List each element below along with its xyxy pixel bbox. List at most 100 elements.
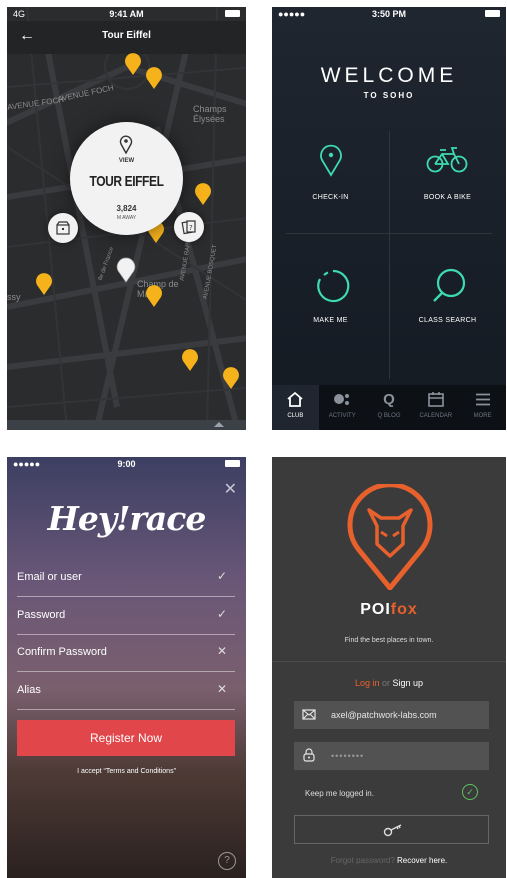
heyrace-screen: ●●●●● 9:00 ✕ Hey!race Email or user ✓ Pa… xyxy=(7,457,246,878)
map-pin[interactable] xyxy=(222,367,240,389)
progress-ring-icon xyxy=(317,269,350,303)
q-icon: Q xyxy=(383,390,395,408)
svg-text:?: ? xyxy=(189,224,193,232)
close-icon: ✕ xyxy=(216,682,227,696)
login-link[interactable]: Log in xyxy=(355,678,380,688)
password-field[interactable]: Password ✓ xyxy=(17,597,235,635)
forgot-password: Forgot password? Recover here. xyxy=(272,856,506,865)
location-pin-icon xyxy=(119,135,133,154)
poifox-screen: POIfox Find the best places in town. Log… xyxy=(272,457,506,878)
password-field[interactable]: •••••••• xyxy=(294,742,489,770)
tab-label: CALENDAR xyxy=(419,413,453,419)
clock: 9:00 xyxy=(117,459,136,469)
info-button[interactable] xyxy=(48,213,78,243)
welcome-subtitle: TO SOHO xyxy=(363,91,415,100)
tab-more[interactable]: MORE xyxy=(459,385,506,430)
tab-label: ACTIVITY xyxy=(328,413,356,419)
tile-class-search[interactable]: CLASS SEARCH xyxy=(389,233,506,335)
email-field[interactable]: Email or user ✓ xyxy=(17,559,235,597)
tab-bar: CLUB ACTIVITY Q Q BLOG CALENDAR MORE xyxy=(272,385,506,430)
distance-unit: M AWAY xyxy=(116,215,137,221)
bike-icon xyxy=(426,147,468,173)
tile-label: CHECK-IN xyxy=(312,194,349,201)
terms-link[interactable]: I accept “Terms and Conditions” xyxy=(7,768,246,775)
help-icon[interactable]: ? xyxy=(218,852,236,870)
keep-logged-in-label: Keep me logged in. xyxy=(305,789,374,798)
fox-pin-logo xyxy=(347,484,433,590)
register-button[interactable]: Register Now xyxy=(17,720,235,756)
status-bar: ●●●●● 3:50 PM xyxy=(272,7,506,21)
place-bubble[interactable]: VIEW TOUR EIFFEL 3,824 M AWAY xyxy=(70,122,183,235)
activity-icon xyxy=(334,394,350,405)
alias-field[interactable]: Alias ✕ xyxy=(17,672,235,710)
or-label: or xyxy=(381,678,390,688)
tab-label: CLUB xyxy=(287,413,304,419)
tile-label: BOOK A BIKE xyxy=(423,194,472,201)
brand-name: POIfox xyxy=(272,601,506,619)
status-bar: ●●●●● 9:00 xyxy=(7,457,246,471)
view-label: VIEW xyxy=(118,158,135,164)
email-field[interactable]: axel@patchwork-labs.com xyxy=(294,701,489,729)
tile-make-me[interactable]: MAKE ME xyxy=(272,233,389,335)
distance-value: 3,824 xyxy=(116,204,137,213)
cards-button[interactable]: ? xyxy=(174,212,204,242)
key-icon xyxy=(383,824,402,837)
status-bar: 4G 9:41 AM xyxy=(7,7,246,21)
tab-label: Q BLOG xyxy=(377,413,401,419)
field-label: Email or user xyxy=(17,571,82,583)
map-pin[interactable] xyxy=(145,285,163,307)
recover-link[interactable]: Recover here. xyxy=(397,856,447,865)
clock: 3:50 PM xyxy=(371,9,406,19)
district-label: Champs Élysées xyxy=(193,104,227,124)
close-icon: ✕ xyxy=(216,644,227,658)
forgot-label: Forgot password? xyxy=(330,856,395,865)
confirm-password-field[interactable]: Confirm Password ✕ xyxy=(17,634,235,672)
home-icon xyxy=(287,391,303,407)
close-icon[interactable]: ✕ xyxy=(224,479,237,499)
tab-activity[interactable]: ACTIVITY xyxy=(319,385,366,430)
login-button[interactable] xyxy=(294,815,489,844)
map-pin[interactable] xyxy=(194,183,212,205)
brand-fox: fox xyxy=(390,601,418,618)
search-icon xyxy=(433,268,466,302)
brand-poi: POI xyxy=(360,601,391,618)
district-label: ssy xyxy=(7,292,21,302)
signup-link[interactable]: Sign up xyxy=(393,678,424,688)
tile-check-in[interactable]: CHECK-IN xyxy=(272,131,389,233)
tab-label: MORE xyxy=(473,413,492,419)
map-pin[interactable] xyxy=(145,67,163,89)
page-title: Tour Eiffel xyxy=(102,30,151,41)
tagline: Find the best places in town. xyxy=(344,637,434,644)
auth-switch: Log in or Sign up xyxy=(272,678,506,688)
field-label: Password xyxy=(17,609,66,621)
map-pin[interactable] xyxy=(124,53,142,75)
field-label: Confirm Password xyxy=(17,646,107,658)
check-icon: ✓ xyxy=(216,569,227,583)
chevron-up-icon[interactable] xyxy=(214,422,224,427)
check-icon: ✓ xyxy=(216,607,227,621)
bottom-drawer[interactable] xyxy=(7,420,246,430)
tile-book-a-bike[interactable]: BOOK A BIKE xyxy=(389,131,506,233)
lock-icon xyxy=(303,748,315,762)
tile-label: MAKE ME xyxy=(313,317,348,324)
box-icon xyxy=(56,221,70,235)
calendar-icon xyxy=(427,391,444,407)
tile-label: CLASS SEARCH xyxy=(418,317,477,324)
map-pin[interactable] xyxy=(35,273,53,295)
map-pin[interactable] xyxy=(181,349,199,371)
clock: 9:41 AM xyxy=(109,9,144,19)
mail-icon xyxy=(302,709,316,720)
keep-logged-in-checkbox[interactable]: ✓ xyxy=(462,784,478,800)
tab-q-blog[interactable]: Q Q BLOG xyxy=(366,385,413,430)
map-screen: 4G 9:41 AM ← Tour Eiffel AVENUE FOCH AVE… xyxy=(7,7,246,430)
password-value: •••••••• xyxy=(331,751,365,761)
divider xyxy=(272,661,506,662)
soho-screen: ●●●●● 3:50 PM WELCOME TO SOHO CHECK-IN B… xyxy=(272,7,506,430)
welcome-title: WELCOME xyxy=(320,64,458,87)
field-label: Alias xyxy=(17,684,41,696)
tab-club[interactable]: CLUB xyxy=(272,385,319,430)
selected-pin[interactable] xyxy=(116,257,136,283)
email-value: axel@patchwork-labs.com xyxy=(331,710,437,720)
tab-calendar[interactable]: CALENDAR xyxy=(412,385,459,430)
place-name: TOUR EIFFEL xyxy=(89,173,164,190)
